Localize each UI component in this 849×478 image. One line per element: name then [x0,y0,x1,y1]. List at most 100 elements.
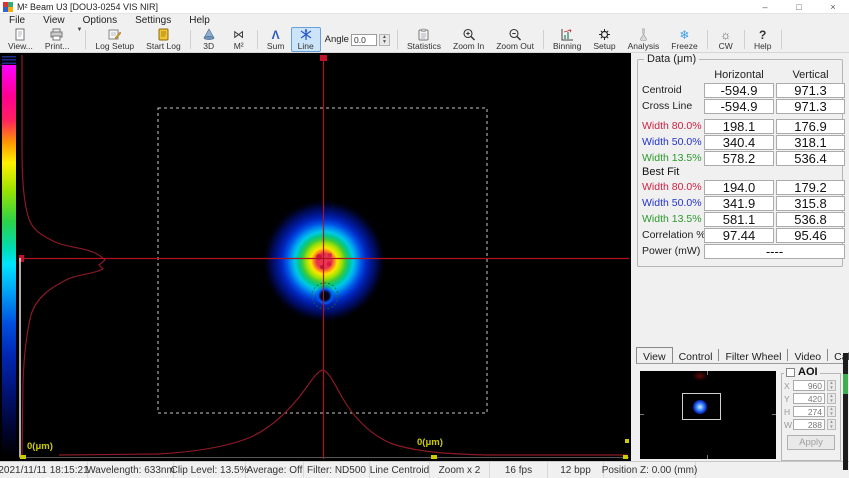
aoi-w-input[interactable]: 288 [793,419,825,430]
gear-icon [598,28,611,41]
toolbar-label: Print... [45,41,70,51]
crosshair-top-marker[interactable] [320,55,327,61]
bf-width13-h-value: 581.1 [704,212,774,227]
toolbar-label: Freeze [671,41,697,51]
zoom-out-button[interactable]: Zoom Out [490,27,540,52]
angle-spinner[interactable]: ▲ ▼ [379,34,390,46]
angle-input[interactable]: 0.0 [351,34,377,46]
view-button[interactable]: View... [2,27,39,52]
statistics-button[interactable]: Statistics [401,27,447,52]
aoi-h-spinner[interactable]: ▲▼ [827,406,836,417]
3d-button[interactable]: 3D [194,27,224,52]
data-group-title: Data (μm) [644,53,699,65]
preview-smudge [692,371,708,381]
toolbar: View... Print... ▼ Log Setup Start Log [0,27,849,53]
help-button[interactable]: ? Help [748,27,778,52]
binning-chart-icon [560,28,574,41]
log-setup-button[interactable]: Log Setup [89,27,140,52]
aoi-h-input[interactable]: 274 [793,406,825,417]
tab-filter-wheel[interactable]: Filter Wheel [719,349,788,361]
row-label-power: Power (mW) [642,243,702,259]
gain-slider[interactable] [843,353,848,470]
menu-settings[interactable]: Settings [126,15,180,26]
m2-button[interactable]: ⋈ M² [224,27,254,52]
status-wavelength: Wavelength: 633nm [88,462,174,478]
analysis-button[interactable]: Analysis [622,27,666,52]
tab-view[interactable]: View [636,347,673,363]
preview-beam-dot [693,400,707,414]
preview-tick [772,414,776,415]
aoi-field-x: X 960 ▲▼ [784,380,838,391]
right-panel: Data (μm) Horizontal Vertical Centroid -… [631,53,849,461]
lambda-sum-icon: Λ [272,29,280,41]
close-button[interactable]: × [827,2,839,12]
row-label-width50: Width 50.0% [642,134,702,150]
sum-button[interactable]: Λ Sum [261,27,291,52]
aoi-label: AOI [798,366,818,378]
binning-button[interactable]: Binning [547,27,587,52]
aoi-y-input[interactable]: 420 [793,393,825,404]
cw-button[interactable]: ☼ CW [711,27,741,52]
spin-down-icon[interactable]: ▼ [380,40,389,45]
magnifier-minus-icon [508,28,522,41]
bf-width13-v-value: 536.8 [776,212,845,227]
menu-help[interactable]: Help [180,15,219,26]
zoom-in-button[interactable]: Zoom In [447,27,490,52]
toolbar-label: Setup [593,41,615,51]
aoi-w-label: W [784,420,791,430]
window-title: M² Beam U3 [DOU3-0254 VIS NIR] [17,2,759,12]
gain-slider-thumb[interactable] [843,374,848,394]
status-filter: Filter: ND500 [304,462,370,478]
col-header-horizontal: Horizontal [704,68,774,82]
question-icon: ? [759,29,766,41]
sun-icon: ☼ [720,29,731,41]
crossline-h-value: -594.9 [704,99,774,114]
menu-view[interactable]: View [34,15,74,26]
panel-tabs: View Control Filter Wheel Video Calculat… [636,347,844,364]
camera-preview[interactable] [640,371,776,459]
freeze-button[interactable]: ❄ Freeze [665,27,703,52]
bf-row-label-width50: Width 50.0% [642,195,702,211]
minimize-button[interactable]: – [759,2,771,12]
toolbar-separator [257,30,258,49]
print-button[interactable]: Print... [39,27,76,52]
start-log-button[interactable]: Start Log [140,27,187,52]
snowflake-icon: ❄ [679,29,689,41]
row-label-correlation: Correlation % [642,227,702,243]
line-button[interactable]: Line [291,27,321,52]
toolbar-separator [707,30,708,49]
width13-h-value: 578.2 [704,151,774,166]
centroid-v-value: 971.3 [776,83,845,98]
magnifier-plus-icon [462,28,476,41]
aoi-x-input[interactable]: 960 [793,380,825,391]
status-line-centroid: Line Centroid [370,462,430,478]
toolbar-label: M² [234,41,244,51]
setup-button[interactable]: Setup [587,27,621,52]
axis-tick [20,455,26,459]
menu-options[interactable]: Options [74,15,126,26]
beam-speckle [316,254,322,260]
aoi-groupbox: AOI X 960 ▲▼ Y 420 ▲▼ H 274 ▲▼ W 288 ▲▼ [781,373,841,461]
tab-control[interactable]: Control [673,349,720,361]
bf-width50-h-value: 341.9 [704,196,774,211]
aoi-w-spinner[interactable]: ▲▼ [827,419,836,430]
maximize-button[interactable]: □ [793,2,805,12]
print-dropdown-icon[interactable]: ▼ [76,27,82,52]
data-table: Horizontal Vertical Centroid -594.9 971.… [642,68,845,259]
axis-tick [623,455,628,459]
beam-speckle [327,262,332,267]
row-label-centroid: Centroid [642,82,702,98]
aoi-y-spinner[interactable]: ▲▼ [827,393,836,404]
crossline-v-value: 971.3 [776,99,845,114]
data-groupbox: Data (μm) Horizontal Vertical Centroid -… [637,59,843,267]
aoi-x-spinner[interactable]: ▲▼ [827,380,836,391]
row-label-crossline: Cross Line [642,98,702,114]
aoi-checkbox[interactable] [786,368,795,377]
apply-button[interactable]: Apply [787,435,835,450]
menu-file[interactable]: File [0,15,34,26]
tab-video[interactable]: Video [788,349,828,361]
beam-canvas[interactable]: 0(μm) 0(μm) [19,55,629,459]
power-value: ---- [704,244,845,259]
beam-profiler-window: M² Beam U3 [DOU3-0254 VIS NIR] – □ × Fil… [0,0,849,478]
aoi-h-label: H [784,407,791,417]
